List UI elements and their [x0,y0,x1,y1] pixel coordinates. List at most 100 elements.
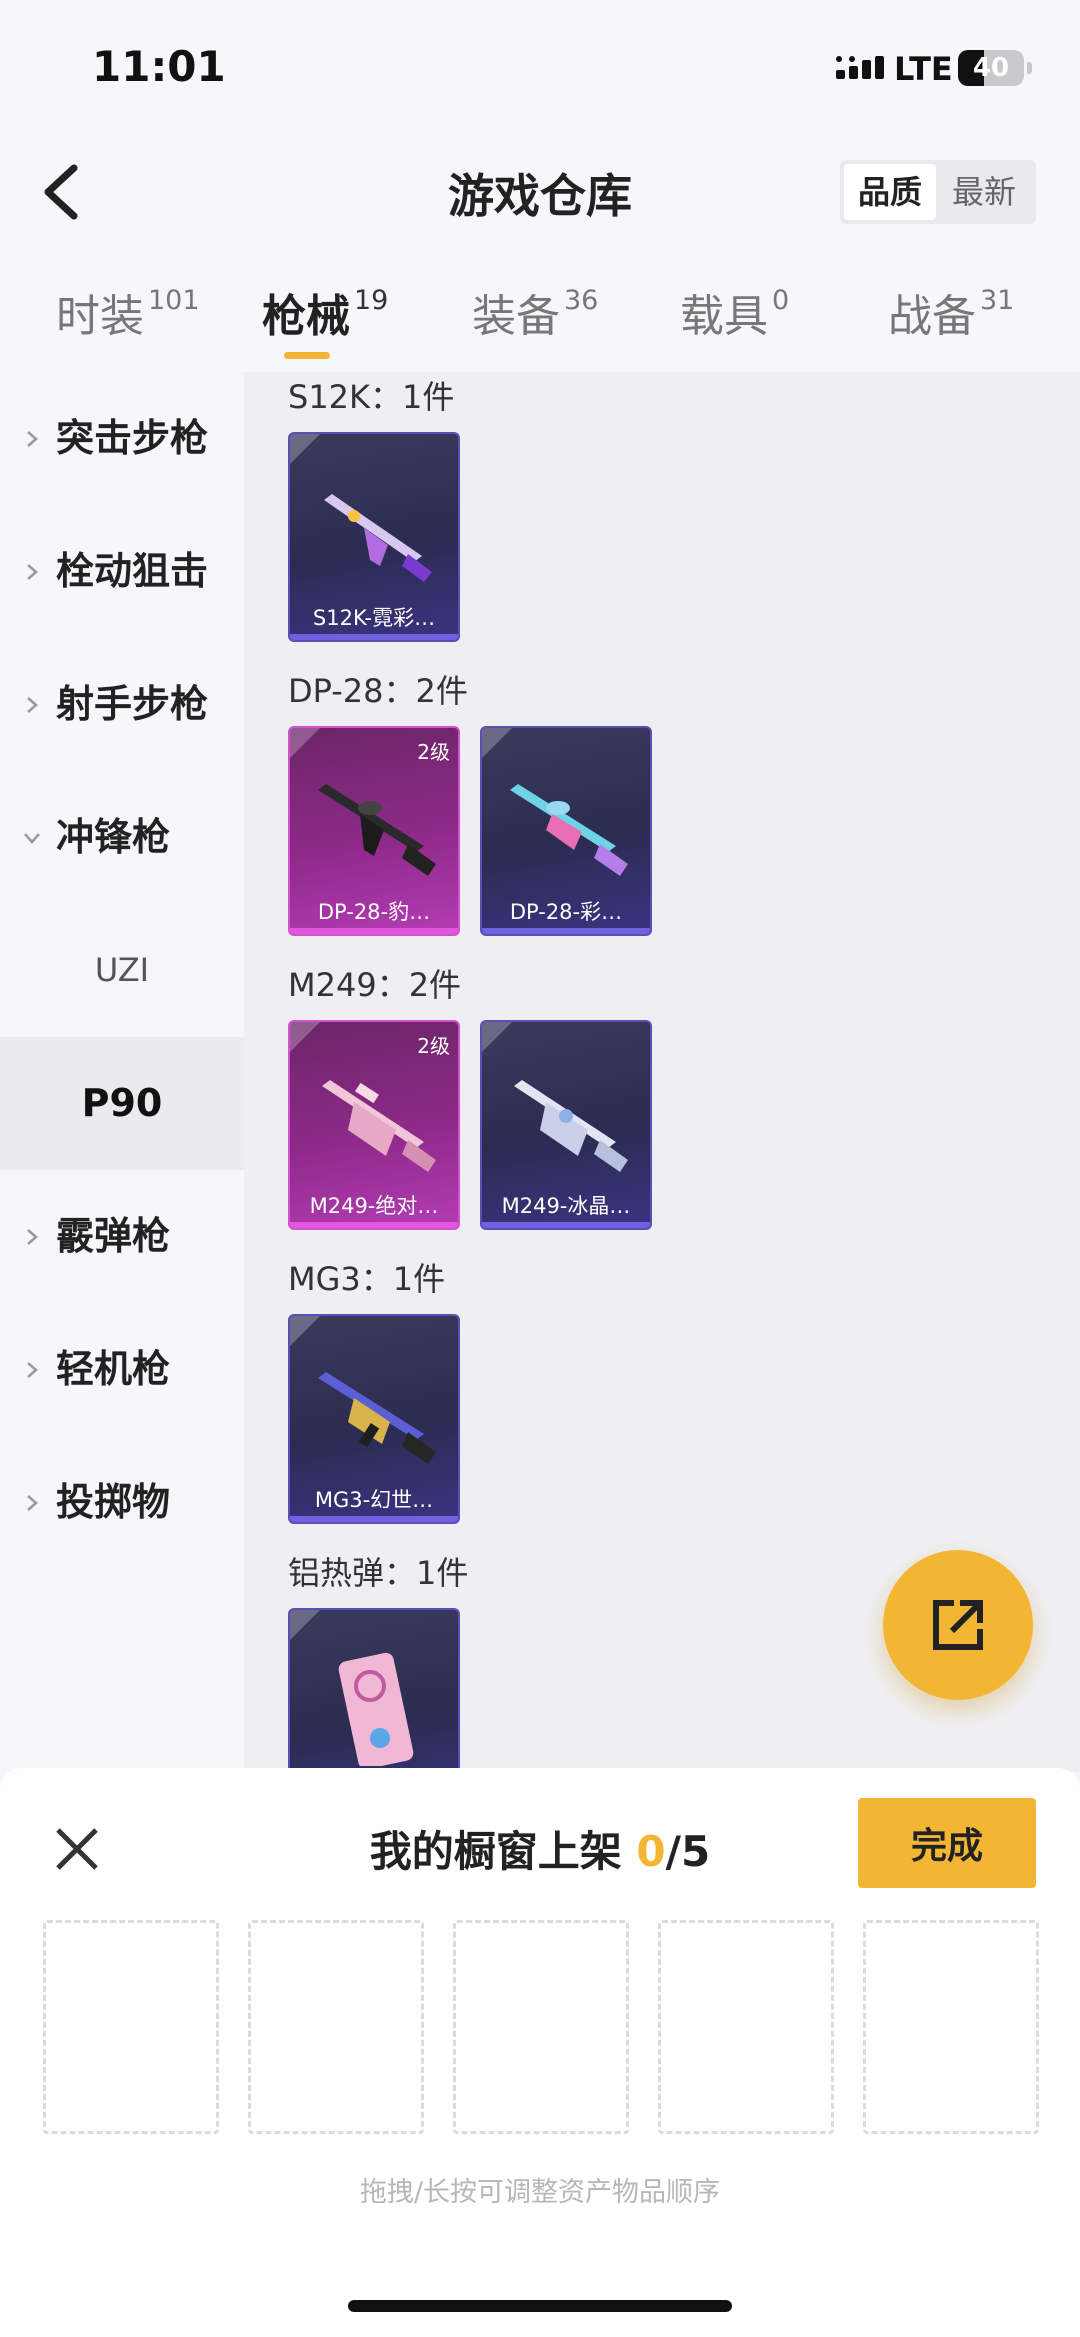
item-name: S12K-霓彩… [312,606,436,630]
item-card-m249-a[interactable]: 2级 M249-绝对… [288,1020,460,1230]
close-icon [56,1828,98,1870]
item-card-dp28-b[interactable]: DP-28-彩… [480,726,652,936]
machine-gun-icon [514,1080,628,1172]
close-button[interactable] [52,1824,102,1874]
tab-label: 载具 [680,291,768,342]
sidebar-item-label: 投掷物 [56,1480,171,1524]
chevron-right-icon [27,1494,38,1511]
showcase-slot-2[interactable] [248,1920,424,2134]
tab-count: 36 [564,285,599,316]
select-check-icon [290,1316,320,1346]
select-check-icon [482,1022,512,1052]
showcase-slot-3[interactable] [453,1920,629,2134]
item-name: M249-冰晶… [501,1194,631,1218]
back-button[interactable] [36,160,92,224]
tab-count: 19 [354,285,389,316]
machine-gun-icon [510,784,628,876]
select-check-icon [290,728,320,758]
sidebar-subitem-uzi[interactable]: UZI [0,904,244,1037]
weapon-category-sidebar: 突击步枪 栓动狙击 射手步枪 冲锋枪 UZI P90 霰弹枪 轻机枪 投掷物 [0,372,244,1772]
reorder-hint: 拖拽/长按可调整资产物品顺序 [359,2177,721,2208]
group-title-mg3: MG3：1件 [288,1260,446,1298]
item-name: MG3-幻世… [314,1488,434,1512]
sidebar-subitem-p90[interactable]: P90 [0,1037,244,1170]
item-name: DP-28-彩… [509,900,623,924]
group-title-m249: M249：2件 [288,966,462,1004]
tab-count: 31 [980,285,1015,316]
group-title-dp28: DP-28：2件 [288,672,468,710]
network-label: LTE [894,50,953,88]
tab-label: 枪械 [262,291,350,342]
machine-gun-icon [318,1372,436,1464]
item-name: DP-28-豹… [317,900,431,924]
sidebar-item-bolt-sniper[interactable]: 栓动狙击 [0,505,244,638]
select-check-icon [482,728,512,758]
chevron-left-icon [44,164,78,220]
battery-icon: 40 [958,50,1024,86]
item-card-s12k[interactable]: S12K-霓彩… [288,432,460,642]
tab-count: 0 [772,285,790,316]
tab-vehicles[interactable]: 载具 0 [680,280,789,370]
tab-label: 装备 [472,291,560,342]
battery-cap [1027,62,1032,74]
item-card-thermite[interactable] [288,1608,460,1772]
rarity-stripe [482,1222,650,1228]
group-title-s12k: S12K：1件 [288,378,455,416]
showcase-slot-4[interactable] [658,1920,834,2134]
sidebar-item-label: 突击步枪 [56,416,209,460]
sidebar-item-assault-rifle[interactable]: 突击步枪 [0,372,244,505]
item-level-badge: 2级 [417,740,450,764]
item-card-dp28-a[interactable]: 2级 DP-28-豹… [288,726,460,936]
tab-fashion[interactable]: 时装 101 [56,280,200,370]
tab-tactical-gear[interactable]: 战备 31 [888,280,1014,370]
tab-equipment[interactable]: 装备 36 [472,280,598,370]
chevron-down-icon [24,832,40,844]
showcase-title-text: 我的橱窗上架 [369,1827,622,1876]
tab-count: 101 [148,285,200,316]
sidebar-item-throwables[interactable]: 投掷物 [0,1436,244,1569]
chevron-right-icon [27,430,38,447]
sort-option-latest[interactable]: 最新 [938,164,1030,220]
sidebar-item-lmg[interactable]: 轻机枪 [0,1303,244,1436]
select-check-icon [290,434,320,464]
status-time: 11:01 [92,42,226,91]
sort-option-quality[interactable]: 品质 [844,164,936,220]
chevron-right-icon [27,1228,38,1245]
sidebar-item-label: 冲锋枪 [56,815,171,859]
sidebar-item-label: 轻机枪 [56,1347,171,1391]
sidebar-item-shotgun[interactable]: 霰弹枪 [0,1170,244,1303]
item-card-m249-b[interactable]: M249-冰晶… [480,1020,652,1230]
home-indicator[interactable] [348,2300,732,2312]
grenade-icon [338,1652,414,1766]
shotgun-icon [324,494,432,582]
showcase-count-current: 0 [636,1827,666,1876]
rarity-stripe [290,634,458,640]
machine-gun-icon [322,1080,436,1172]
tab-label: 战备 [888,291,976,342]
signal-icon [836,56,884,86]
share-button[interactable] [883,1550,1033,1700]
item-level-badge: 2级 [417,1034,450,1058]
rarity-stripe [290,1222,458,1228]
machine-gun-icon [318,784,436,876]
sidebar-item-label: 射手步枪 [56,682,209,726]
showcase-slot-5[interactable] [863,1920,1039,2134]
item-name: M249-绝对… [309,1194,439,1218]
item-card-mg3[interactable]: MG3-幻世… [288,1314,460,1524]
sidebar-item-marksman-rifle[interactable]: 射手步枪 [0,638,244,771]
sidebar-item-label: 栓动狙击 [56,549,209,593]
tab-label: 时装 [56,291,144,342]
showcase-slot-1[interactable] [43,1920,219,2134]
status-bar: 11:01 LTE 40 [0,0,1080,130]
sidebar-item-smg[interactable]: 冲锋枪 [0,771,244,904]
battery-percent: 40 [972,53,1010,83]
rarity-stripe [290,928,458,934]
showcase-count-total: /5 [665,1827,711,1876]
sidebar-item-label: 霰弹枪 [56,1214,171,1258]
done-button[interactable]: 完成 [858,1798,1036,1888]
group-title-thermite: 铝热弹：1件 [288,1554,469,1592]
select-check-icon [290,1610,320,1640]
chevron-right-icon [27,563,38,580]
select-check-icon [290,1022,320,1052]
chevron-right-icon [27,696,38,713]
